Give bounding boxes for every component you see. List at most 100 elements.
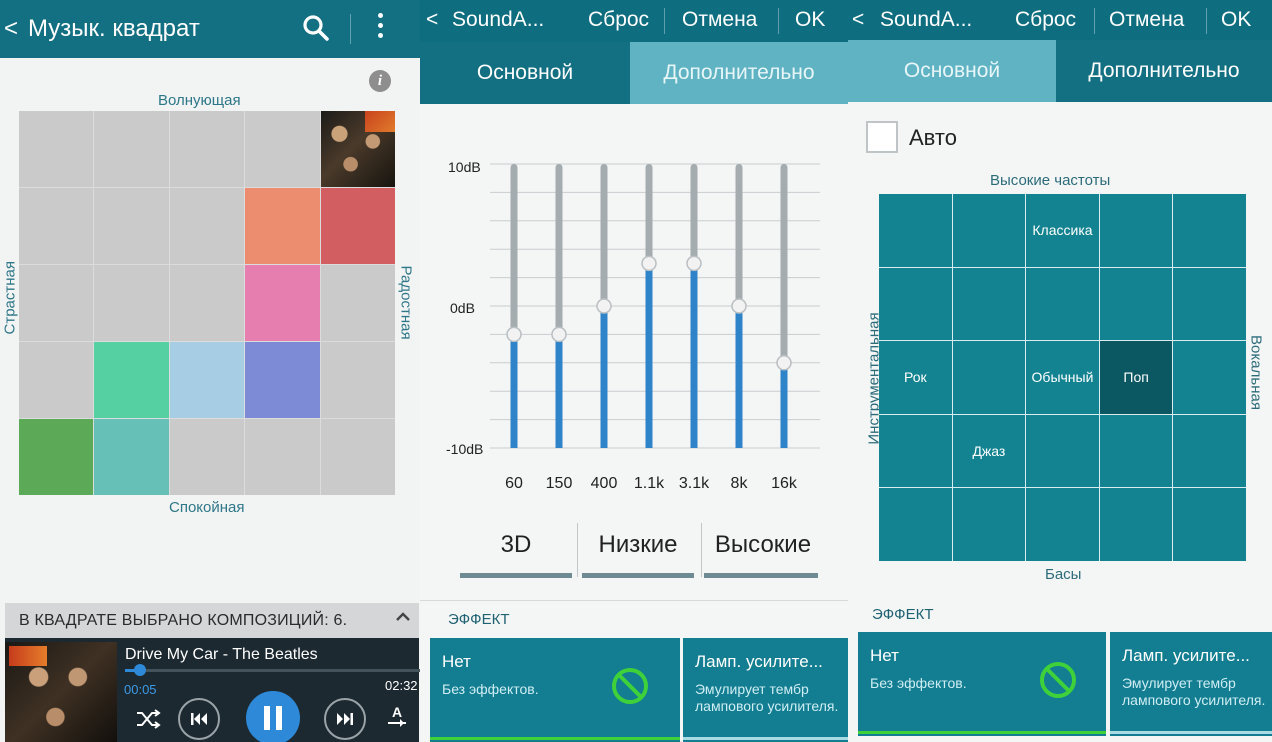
mood-cell[interactable] [19, 419, 94, 495]
eq-slider-handle[interactable] [686, 255, 702, 272]
none-icon [1040, 662, 1076, 698]
mood-cell[interactable] [94, 265, 169, 341]
mood-cell[interactable] [94, 342, 169, 418]
mood-cell[interactable] [19, 188, 94, 264]
sound-cell[interactable] [1026, 488, 1099, 561]
tab-advanced[interactable]: Дополнительно [630, 42, 848, 104]
mood-cell[interactable] [169, 419, 245, 495]
cancel-button[interactable]: Отмена [682, 8, 757, 32]
sound-cell[interactable] [1099, 414, 1173, 488]
effect-card-tube-amp[interactable]: Ламп. усилите... Эмулирует тембр лампово… [683, 638, 848, 742]
album-thumbnail-cell[interactable] [320, 111, 396, 187]
ok-button[interactable]: OK [1221, 8, 1251, 32]
sound-cell[interactable] [1173, 267, 1246, 341]
mood-cell[interactable] [19, 111, 94, 187]
equalizer-chart[interactable] [490, 150, 820, 460]
sound-cell[interactable] [1026, 414, 1099, 488]
sound-cell[interactable] [1173, 341, 1246, 414]
sound-cell[interactable] [1026, 267, 1099, 341]
preset-cell-13[interactable]: Поп [1099, 341, 1173, 414]
seek-bar[interactable] [125, 664, 420, 676]
tab-3d[interactable]: 3D [460, 520, 572, 570]
mood-cell[interactable] [320, 188, 395, 264]
back-button[interactable]: < [426, 8, 438, 32]
preset-cell-2[interactable]: Классика [1026, 194, 1099, 267]
tab-basic[interactable]: Основной [848, 40, 1056, 102]
tab-advanced[interactable]: Дополнительно [1056, 40, 1272, 102]
preset-cell-16[interactable]: Джаз [952, 414, 1026, 488]
mood-cell[interactable] [245, 111, 320, 187]
now-playing-header[interactable]: В КВАДРАТЕ ВЫБРАНО КОМПОЗИЦИЙ: 6. [5, 603, 419, 638]
mood-cell[interactable] [320, 265, 395, 341]
mood-cell[interactable] [245, 342, 320, 418]
eq-slider-handle[interactable] [506, 326, 522, 343]
sound-cell[interactable] [1173, 414, 1246, 488]
sound-cell[interactable] [1099, 194, 1173, 267]
mood-cell[interactable] [245, 265, 320, 341]
mood-cell[interactable] [320, 342, 395, 418]
effect-card-none[interactable]: Нет Без эффектов. [430, 638, 680, 742]
mood-cell[interactable] [94, 111, 169, 187]
reset-button[interactable]: Сброс [588, 8, 649, 32]
mood-cell[interactable] [169, 342, 245, 418]
mood-cell[interactable] [245, 419, 320, 495]
back-button[interactable]: < [4, 15, 18, 43]
tab-basic[interactable]: Основной [420, 42, 630, 104]
reset-button[interactable]: Сброс [1015, 8, 1076, 32]
ok-button[interactable]: OK [795, 8, 825, 32]
preset-cell-10[interactable]: Рок [879, 341, 952, 414]
eq-frequency-label: 8k [730, 475, 748, 492]
effect-title: ЭФФЕКТ [872, 606, 934, 623]
eq-slider-handle[interactable] [776, 355, 792, 371]
chevron-up-icon[interactable] [395, 609, 411, 625]
mood-cell[interactable] [19, 342, 94, 418]
eq-slider-handle[interactable] [641, 255, 657, 272]
mood-cell[interactable] [320, 419, 395, 495]
seek-bar-handle[interactable] [133, 664, 146, 676]
sound-cell[interactable] [879, 194, 952, 267]
eq-slider-handle[interactable] [596, 298, 612, 314]
info-icon[interactable]: i [369, 70, 391, 92]
sound-cell[interactable] [952, 488, 1026, 561]
soundalive-square-grid[interactable]: Классика Рок Обычный Поп Джаз [879, 194, 1246, 561]
sound-cell[interactable] [1173, 194, 1246, 267]
music-square-screen: < Музык. квадрат i Волнующая Спокойная С… [0, 0, 420, 742]
auto-checkbox[interactable] [866, 121, 898, 153]
effect-card-none[interactable]: Нет Без эффектов. [858, 632, 1106, 736]
sound-cell[interactable] [879, 488, 952, 561]
mood-cell[interactable] [169, 265, 245, 341]
mood-square-grid[interactable] [19, 111, 396, 495]
sound-cell[interactable] [879, 414, 952, 488]
eq-slider-handle[interactable] [731, 298, 747, 314]
mood-cell[interactable] [94, 188, 169, 264]
search-icon[interactable] [300, 12, 332, 44]
eq-slider-handle[interactable] [551, 326, 567, 343]
mood-cell[interactable] [169, 188, 245, 264]
next-track-button[interactable] [323, 697, 367, 741]
mood-cell[interactable] [19, 265, 94, 341]
back-button[interactable]: < [852, 8, 864, 32]
sound-cell[interactable] [952, 341, 1026, 414]
shuffle-icon[interactable] [133, 705, 163, 733]
previous-track-button[interactable] [177, 697, 221, 741]
sound-cell[interactable] [952, 194, 1026, 267]
effect-card-tube-amp[interactable]: Ламп. усилите... Эмулирует тембр лампово… [1110, 632, 1272, 736]
sound-cell[interactable] [1173, 488, 1246, 561]
sound-cell[interactable] [1099, 267, 1173, 341]
sound-cell[interactable] [1099, 488, 1173, 561]
mood-label-left: Страстная [1, 260, 19, 335]
cancel-button[interactable]: Отмена [1109, 8, 1184, 32]
mood-label-top: Волнующая [158, 92, 241, 109]
pause-button[interactable] [245, 690, 301, 742]
more-vert-icon[interactable] [373, 8, 387, 48]
mood-cell[interactable] [169, 111, 245, 187]
mood-cell[interactable] [245, 188, 320, 264]
sound-cell[interactable] [952, 267, 1026, 341]
tab-bass[interactable]: Низкие [582, 520, 694, 570]
preset-cell-12[interactable]: Обычный [1026, 341, 1099, 414]
tab-treble[interactable]: Высокие [704, 520, 822, 570]
mood-cell[interactable] [94, 419, 169, 495]
effect-section-header: ЭФФЕКТ [420, 600, 848, 630]
sound-cell[interactable] [879, 267, 952, 341]
lyrics-icon[interactable]: A [385, 702, 409, 732]
